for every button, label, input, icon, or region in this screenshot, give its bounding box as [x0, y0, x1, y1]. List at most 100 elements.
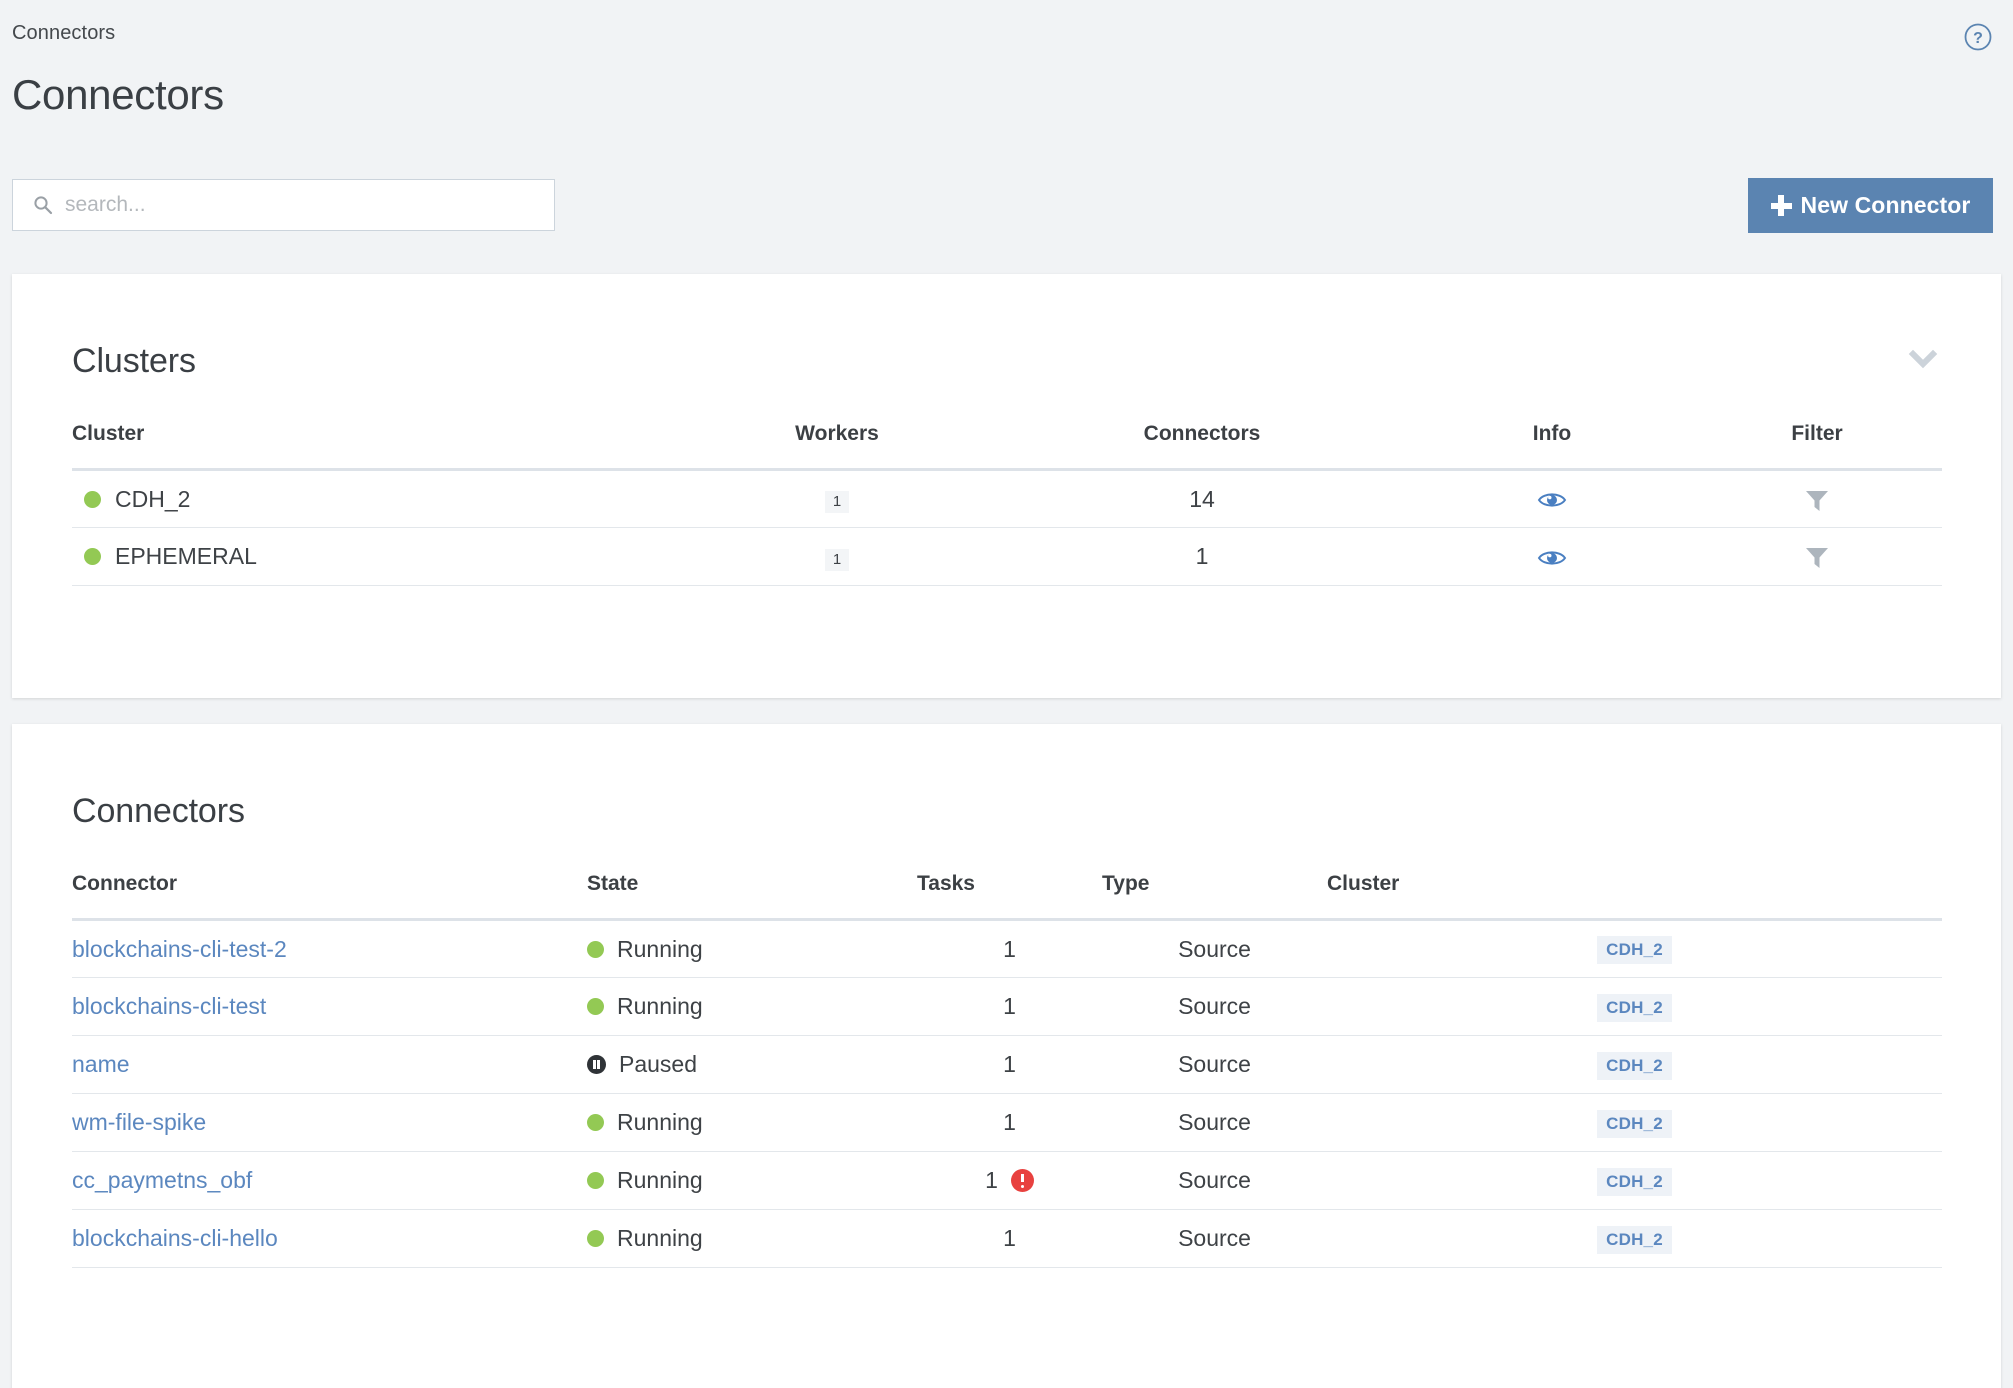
filter-icon[interactable]: [1804, 487, 1830, 513]
breadcrumb: Connectors: [12, 22, 116, 44]
status-dot-icon: [587, 940, 604, 958]
column-header-filter: Filter: [1692, 422, 1942, 471]
search-icon: [33, 195, 53, 215]
connector-type: Source: [1102, 1093, 1327, 1152]
table-row[interactable]: name Paused 1 Source CDH_2: [72, 1035, 1942, 1094]
status-dot-icon: [587, 998, 604, 1015]
new-connector-button[interactable]: New Connector: [1748, 178, 1993, 233]
table-row[interactable]: blockchains-cli-test-2 Running 1 Source CDH_…: [72, 919, 1942, 978]
connector-state-label: Running: [617, 1225, 703, 1251]
table-row[interactable]: wm-file-spike Running 1 Source CDH_2: [72, 1093, 1942, 1152]
table-row[interactable]: cc_paymetns_obf Running 1 Source CDH_2: [72, 1151, 1942, 1210]
cluster-workers-cell: 1: [682, 527, 992, 586]
connector-link[interactable]: blockchains-cli-test: [72, 993, 266, 1019]
eye-icon[interactable]: [1537, 547, 1567, 569]
column-header-cluster: Cluster: [72, 422, 682, 471]
status-dot-icon: [587, 1172, 604, 1189]
cluster-connectors-count: 1: [992, 527, 1412, 586]
connector-tasks-count: 1: [1003, 1225, 1016, 1251]
column-header-connector: Connector: [72, 872, 587, 921]
status-dot-icon: [587, 1114, 604, 1131]
column-header-state: State: [587, 872, 917, 921]
connector-name-cell: blockchains-cli-hello: [72, 1209, 587, 1268]
column-header-type: Type: [1102, 872, 1327, 921]
connector-type: Source: [1102, 1151, 1327, 1210]
table-row[interactable]: CDH_2 1 14: [72, 469, 1942, 528]
connector-tasks-cell: 1: [917, 1093, 1102, 1152]
new-connector-button-label: New Connector: [1800, 192, 1971, 218]
workers-badge: 1: [825, 548, 849, 571]
cluster-tag[interactable]: CDH_2: [1597, 1109, 1672, 1138]
cluster-name-cell: CDH_2: [72, 469, 682, 528]
eye-icon[interactable]: [1537, 489, 1567, 511]
status-dot-icon: [587, 1230, 604, 1247]
connector-state-cell: Running: [587, 1209, 917, 1268]
workers-badge: 1: [825, 491, 849, 513]
connector-state-label: Running: [617, 1167, 703, 1193]
connector-link[interactable]: blockchains-cli-hello: [72, 1225, 278, 1251]
connector-state-label: Running: [617, 993, 703, 1019]
connector-state-cell: Running: [587, 1151, 917, 1210]
connector-cluster-cell: CDH_2: [1327, 977, 1942, 1036]
connector-tasks-count: 1: [985, 1167, 998, 1193]
connector-tasks-count: 1: [1003, 1109, 1016, 1135]
cluster-name-cell: EPHEMERAL: [72, 527, 682, 586]
search-input[interactable]: [63, 180, 542, 230]
connector-cluster-cell: CDH_2: [1327, 919, 1942, 978]
connector-name-cell: blockchains-cli-test: [72, 977, 587, 1036]
connector-name-cell: name: [72, 1035, 587, 1094]
table-row[interactable]: EPHEMERAL 1 1: [72, 527, 1942, 586]
cluster-filter-cell: [1692, 527, 1942, 586]
cluster-tag[interactable]: CDH_2: [1597, 993, 1672, 1022]
column-header-connectors: Connectors: [992, 422, 1412, 471]
cluster-filter-cell: [1692, 469, 1942, 528]
connector-link[interactable]: wm-file-spike: [72, 1109, 206, 1135]
connector-link[interactable]: name: [72, 1051, 130, 1077]
connector-link[interactable]: cc_paymetns_obf: [72, 1167, 252, 1193]
cluster-tag[interactable]: CDH_2: [1597, 1051, 1672, 1080]
connector-cluster-cell: CDH_2: [1327, 1093, 1942, 1152]
cluster-tag[interactable]: CDH_2: [1597, 1225, 1672, 1254]
connectors-page: Connectors ? Connectors New Connector Cl…: [0, 0, 2013, 1388]
connectors-card: Connectors Connector State Tasks Type Cl…: [12, 724, 2001, 1388]
table-row[interactable]: blockchains-cli-hello Running 1 Source CDH_2: [72, 1209, 1942, 1268]
connector-tasks-cell: 1: [917, 919, 1102, 978]
error-exclamation-icon[interactable]: [1010, 1169, 1034, 1192]
connector-state-label: Running: [617, 1109, 703, 1135]
status-dot-icon: [84, 490, 101, 508]
connector-type: Source: [1102, 977, 1327, 1036]
column-header-workers: Workers: [682, 422, 992, 471]
connector-name-cell: cc_paymetns_obf: [72, 1151, 587, 1210]
connector-state-label: Paused: [619, 1051, 698, 1077]
search-box[interactable]: [12, 179, 555, 231]
connector-type: Source: [1102, 919, 1327, 978]
connector-state-label: Running: [617, 935, 703, 962]
connector-link[interactable]: blockchains-cli-test-2: [72, 936, 287, 962]
connector-cluster-cell: CDH_2: [1327, 1151, 1942, 1210]
cluster-name: EPHEMERAL: [115, 543, 257, 569]
question-circle-icon[interactable]: ?: [1963, 22, 1993, 52]
connector-state-cell: Paused: [587, 1035, 917, 1094]
pause-icon: [587, 1055, 606, 1074]
connector-tasks-cell: 1: [917, 977, 1102, 1036]
connector-tasks-count: 1: [1003, 993, 1016, 1019]
connectors-table: Connector State Tasks Type Cluster block…: [72, 872, 1942, 1268]
cluster-tag[interactable]: CDH_2: [1597, 936, 1672, 964]
column-header-info: Info: [1412, 422, 1692, 471]
connector-state-cell: Running: [587, 919, 917, 978]
filter-icon[interactable]: [1804, 544, 1830, 570]
connector-type: Source: [1102, 1035, 1327, 1094]
table-row[interactable]: blockchains-cli-test Running 1 Source CDH_2: [72, 977, 1942, 1036]
connector-state-cell: Running: [587, 1093, 917, 1152]
page-title: Connectors: [12, 71, 224, 118]
connector-type: Source: [1102, 1209, 1327, 1268]
cluster-workers-cell: 1: [682, 469, 992, 528]
cluster-info-cell: [1412, 469, 1692, 528]
connector-state-cell: Running: [587, 977, 917, 1036]
status-dot-icon: [84, 548, 101, 565]
chevron-down-icon[interactable]: [1901, 336, 1945, 380]
connector-name-cell: blockchains-cli-test-2: [72, 919, 587, 978]
cluster-tag[interactable]: CDH_2: [1597, 1167, 1672, 1196]
connector-cluster-cell: CDH_2: [1327, 1035, 1942, 1094]
connectors-table-header-row: Connector State Tasks Type Cluster: [72, 872, 1942, 921]
